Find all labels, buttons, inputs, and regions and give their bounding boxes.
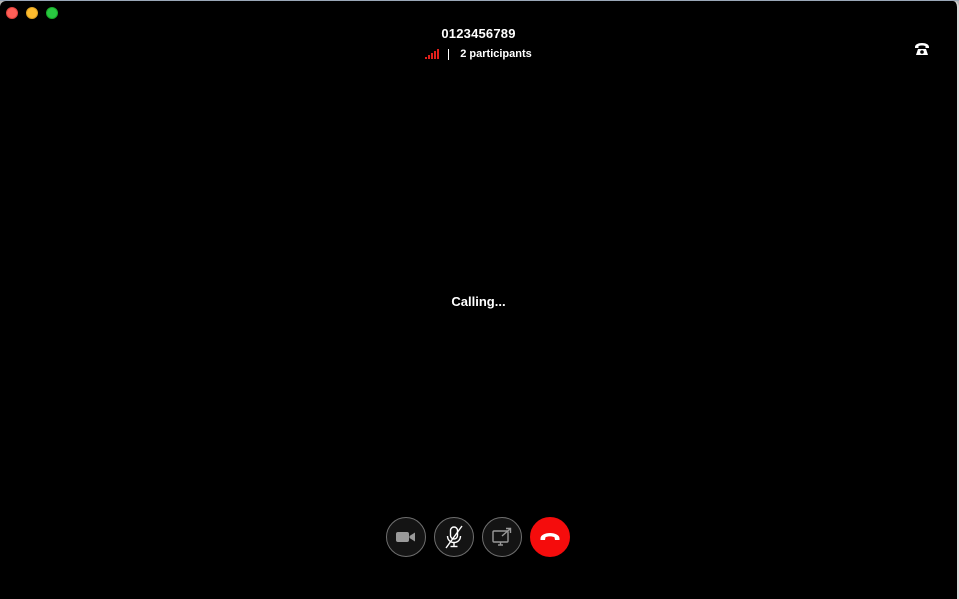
hang-up-icon (540, 533, 560, 540)
mute-button[interactable] (434, 517, 474, 557)
participants-count[interactable]: 2 participants (460, 48, 532, 60)
caller-number: 0123456789 (441, 26, 516, 41)
share-screen-icon (492, 527, 512, 546)
call-info-line: 2 participants (0, 47, 957, 61)
minimize-window-button[interactable] (26, 7, 38, 19)
window-controls (6, 7, 58, 19)
call-status-text: Calling... (451, 294, 506, 309)
video-button[interactable] (386, 517, 426, 557)
call-header: 0123456789 2 participants (0, 25, 957, 61)
call-controls (386, 517, 570, 557)
telephone-icon[interactable] (913, 41, 931, 57)
separator (448, 48, 450, 60)
maximize-window-button[interactable] (46, 7, 58, 19)
microphone-muted-icon (445, 525, 463, 549)
signal-bars-icon (425, 49, 440, 59)
end-call-button[interactable] (530, 517, 570, 557)
call-window: 0123456789 2 participants Calling... (0, 1, 959, 599)
video-camera-icon (396, 532, 415, 542)
share-screen-button[interactable] (482, 517, 522, 557)
close-window-button[interactable] (6, 7, 18, 19)
